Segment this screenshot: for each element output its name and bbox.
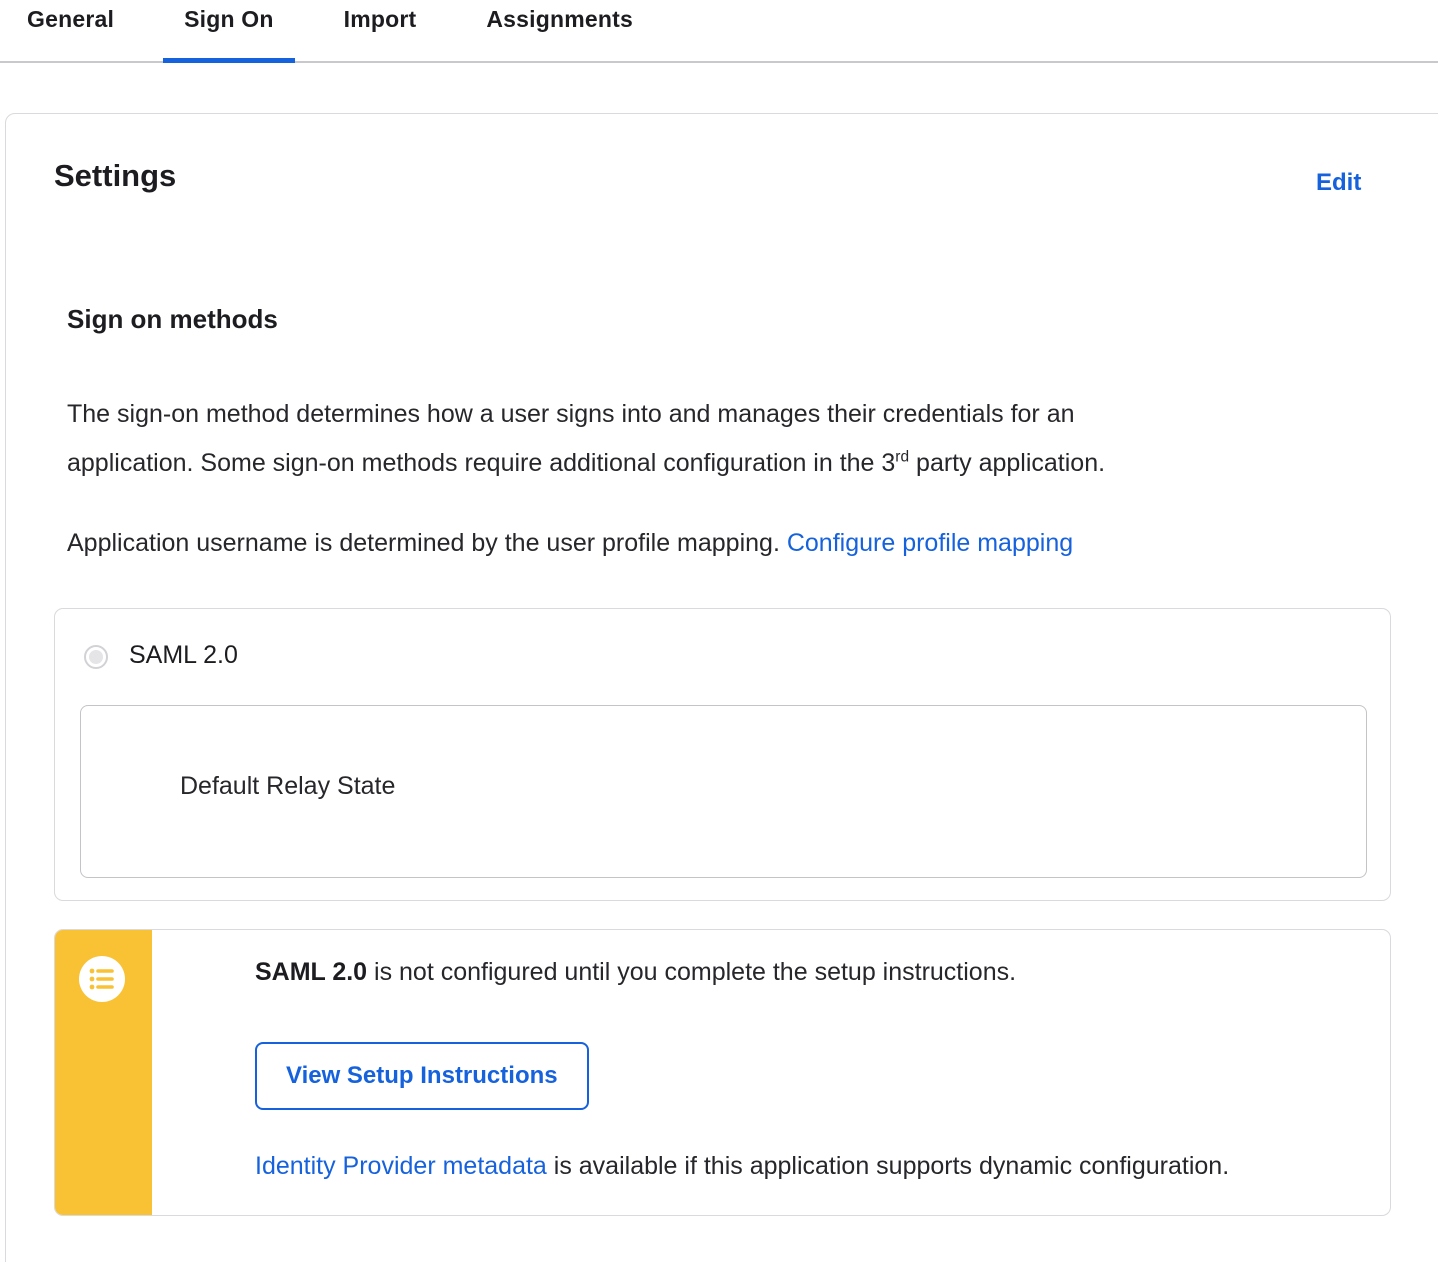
setup-warning-callout: SAML 2.0 is not configured until you com… <box>54 929 1391 1216</box>
tab-sign-on[interactable]: Sign On <box>163 0 295 63</box>
configure-profile-mapping-link[interactable]: Configure profile mapping <box>787 529 1073 557</box>
description-line-2: application. Some sign-on methods requir… <box>67 448 1106 477</box>
sign-on-methods-description: The sign-on method determines how a user… <box>67 390 1337 488</box>
identity-provider-metadata-note: Identity Provider metadata is available … <box>255 1152 1230 1180</box>
sign-on-settings-page: General Sign On Import Assignments Setti… <box>0 0 1438 1262</box>
saml-radio-button[interactable] <box>84 645 108 669</box>
tab-import[interactable]: Import <box>323 0 438 61</box>
page-title: Settings <box>54 158 177 193</box>
callout-accent-bar <box>55 930 152 1215</box>
default-relay-state-box: Default Relay State <box>80 705 1367 878</box>
saml-option-box: SAML 2.0 Default Relay State <box>54 608 1391 901</box>
tab-assignments[interactable]: Assignments <box>465 0 654 61</box>
list-icon <box>79 956 125 1002</box>
saml-radio-label: SAML 2.0 <box>129 641 238 669</box>
callout-message: SAML 2.0 is not configured until you com… <box>255 958 1017 986</box>
description-line-1: The sign-on method determines how a user… <box>67 400 1075 428</box>
view-setup-instructions-button[interactable]: View Setup Instructions <box>255 1042 589 1110</box>
tab-general[interactable]: General <box>6 0 135 61</box>
app-tab-bar: General Sign On Import Assignments <box>0 0 1438 63</box>
default-relay-state-label: Default Relay State <box>180 772 396 800</box>
application-username-note: Application username is determined by th… <box>67 529 1074 557</box>
callout-message-bold: SAML 2.0 <box>255 958 368 986</box>
identity-provider-metadata-link[interactable]: Identity Provider metadata <box>255 1152 547 1180</box>
edit-button[interactable]: Edit <box>1316 169 1361 197</box>
callout-body: SAML 2.0 is not configured until you com… <box>202 930 1390 1215</box>
settings-card: Settings Edit Sign on methods The sign-o… <box>5 113 1438 1262</box>
ordinal-superscript: rd <box>895 448 910 466</box>
sign-on-methods-heading: Sign on methods <box>67 304 278 334</box>
